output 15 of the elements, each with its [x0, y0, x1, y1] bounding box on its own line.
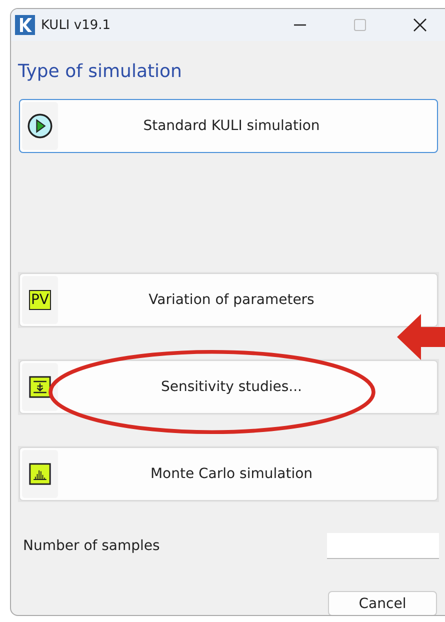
cancel-button[interactable]: Cancel	[328, 591, 437, 615]
pv-icon: PV	[28, 290, 52, 310]
simulation-option-button[interactable]: Monte Carlo simulation	[19, 447, 438, 501]
simulation-option-button[interactable]: Standard KULI simulation	[19, 99, 438, 153]
app-logo-icon	[15, 15, 35, 35]
play-icon	[27, 113, 53, 139]
histogram-icon	[29, 463, 51, 485]
window-title: KULI v19.1	[41, 18, 111, 32]
samples-label: Number of samples	[23, 538, 160, 554]
sensitivity-icon	[29, 376, 51, 398]
simulation-option-button[interactable]: PV Variation of parameters	[19, 273, 438, 327]
samples-input-field[interactable]	[327, 533, 439, 559]
section-heading: Type of simulation	[18, 61, 183, 84]
simulation-option-button[interactable]: Sensitivity studies...	[19, 360, 438, 414]
close-icon[interactable]	[413, 18, 427, 32]
